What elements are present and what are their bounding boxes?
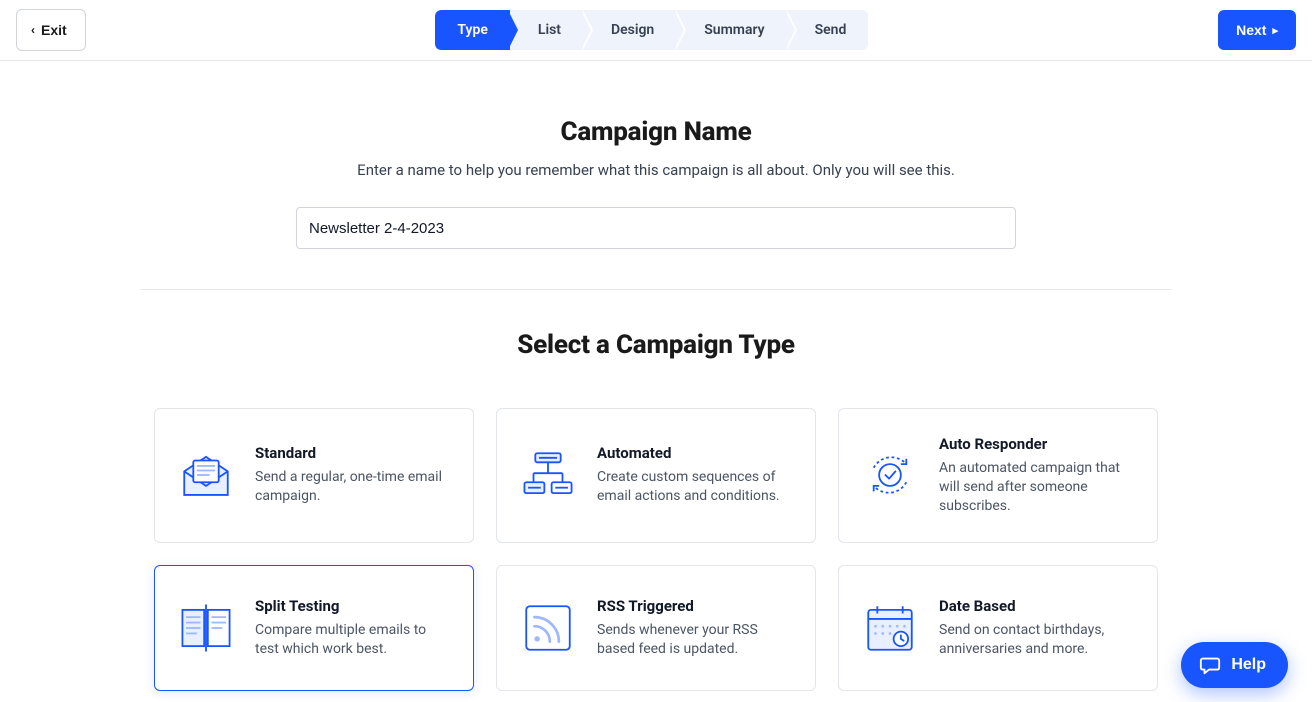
card-body: Date Based Send on contact birthdays, an…: [939, 597, 1135, 659]
card-body: Auto Responder An automated campaign tha…: [939, 435, 1135, 516]
wizard-step-label: List: [538, 22, 561, 38]
rss-icon: [519, 599, 577, 657]
flow-icon: [519, 446, 577, 504]
help-label: Help: [1231, 656, 1266, 674]
wizard-step-design[interactable]: Design: [583, 10, 676, 50]
card-split-testing[interactable]: Split Testing Compare multiple emails to…: [154, 565, 474, 691]
card-body: Standard Send a regular, one-time email …: [255, 444, 451, 506]
wizard-step-list[interactable]: List: [510, 10, 583, 50]
wizard-step-type[interactable]: Type: [435, 10, 509, 50]
card-title: Standard: [255, 444, 451, 462]
card-date-based[interactable]: Date Based Send on contact birthdays, an…: [838, 565, 1158, 691]
header-bar: ‹ Exit Type List Design Summary Send Nex…: [0, 0, 1312, 61]
card-title: Date Based: [939, 597, 1135, 615]
campaign-name-input[interactable]: [296, 207, 1016, 249]
next-button[interactable]: Next ▸: [1218, 10, 1296, 50]
next-label: Next: [1236, 22, 1266, 38]
chevron-left-icon: ‹: [31, 23, 35, 37]
wizard-steps: Type List Design Summary Send: [435, 10, 868, 50]
exit-label: Exit: [41, 22, 67, 38]
card-desc: Send on contact birthdays, anniversaries…: [939, 621, 1135, 659]
chat-icon: [1199, 654, 1221, 676]
chevron-right-icon: ▸: [1272, 24, 1278, 37]
card-desc: Sends whenever your RSS based feed is up…: [597, 621, 793, 659]
card-body: Split Testing Compare multiple emails to…: [255, 597, 451, 659]
card-desc: Create custom sequences of email actions…: [597, 468, 793, 506]
card-title: Automated: [597, 444, 793, 462]
card-desc: An automated campaign that will send aft…: [939, 459, 1135, 516]
envelope-icon: [177, 446, 235, 504]
wizard-step-label: Summary: [704, 22, 764, 38]
wizard-step-label: Design: [611, 22, 654, 38]
main-content: Campaign Name Enter a name to help you r…: [141, 61, 1171, 691]
wizard-step-send[interactable]: Send: [787, 10, 869, 50]
card-title: Auto Responder: [939, 435, 1135, 453]
card-desc: Compare multiple emails to test which wo…: [255, 621, 451, 659]
card-rss-triggered[interactable]: RSS Triggered Sends whenever your RSS ba…: [496, 565, 816, 691]
campaign-type-grid: Standard Send a regular, one-time email …: [141, 408, 1171, 691]
card-body: RSS Triggered Sends whenever your RSS ba…: [597, 597, 793, 659]
campaign-name-subtitle: Enter a name to help you remember what t…: [141, 161, 1171, 179]
card-title: Split Testing: [255, 597, 451, 615]
split-icon: [177, 599, 235, 657]
campaign-name-input-wrap: [141, 207, 1171, 290]
select-type-title: Select a Campaign Type: [141, 330, 1171, 360]
card-body: Automated Create custom sequences of ema…: [597, 444, 793, 506]
card-auto-responder[interactable]: Auto Responder An automated campaign tha…: [838, 408, 1158, 543]
wizard-step-label: Send: [815, 22, 847, 38]
calendar-icon: [861, 599, 919, 657]
card-desc: Send a regular, one-time email campaign.: [255, 468, 451, 506]
card-title: RSS Triggered: [597, 597, 793, 615]
exit-button[interactable]: ‹ Exit: [16, 9, 86, 51]
wizard-step-label: Type: [457, 22, 487, 38]
card-standard[interactable]: Standard Send a regular, one-time email …: [154, 408, 474, 543]
responder-icon: [861, 446, 919, 504]
campaign-name-title: Campaign Name: [141, 117, 1171, 147]
help-button[interactable]: Help: [1181, 642, 1288, 688]
wizard-step-summary[interactable]: Summary: [676, 10, 786, 50]
card-automated[interactable]: Automated Create custom sequences of ema…: [496, 408, 816, 543]
